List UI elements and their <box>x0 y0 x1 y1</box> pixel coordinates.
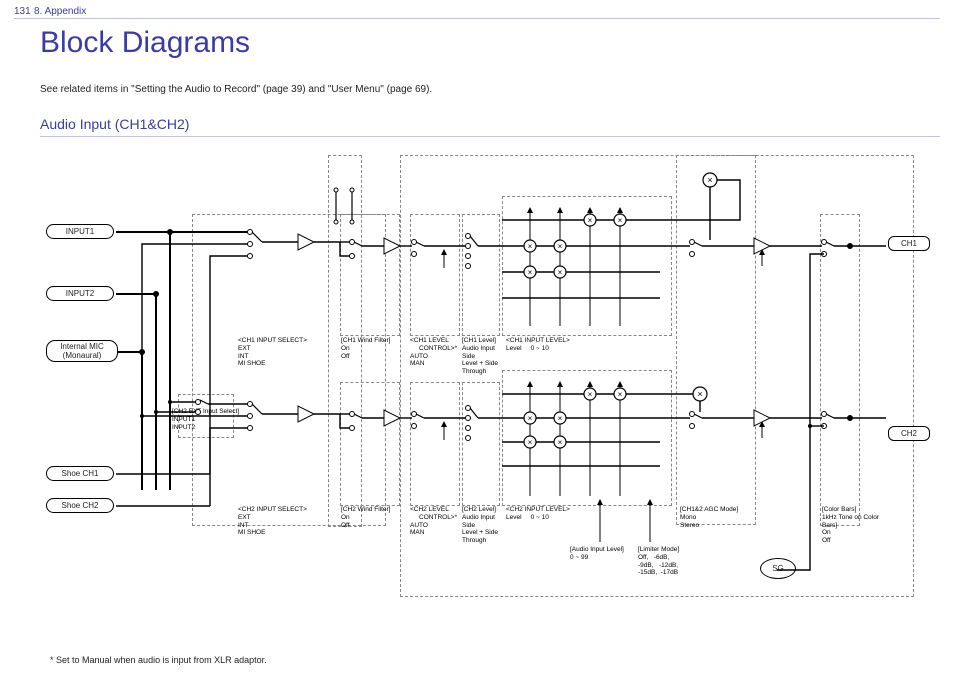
svg-text:×: × <box>528 438 533 447</box>
svg-text:×: × <box>588 216 593 225</box>
svg-text:×: × <box>707 175 712 185</box>
svg-text:×: × <box>528 414 533 423</box>
page-title: Block Diagrams <box>40 26 250 60</box>
block-diagram: INPUT1 INPUT2 Internal MIC (Monaural) Sh… <box>40 150 930 630</box>
ch1-mul-matrix: × × × × × × <box>502 208 660 326</box>
see-related-text: See related items in "Setting the Audio … <box>40 84 432 95</box>
section-subtitle: Audio Input (CH1&CH2) <box>40 116 189 132</box>
svg-text:×: × <box>558 438 563 447</box>
page-number: 131 <box>14 6 31 17</box>
svg-text:×: × <box>618 216 623 225</box>
svg-text:×: × <box>558 268 563 277</box>
svg-text:×: × <box>558 242 563 251</box>
svg-text:×: × <box>588 390 593 399</box>
appendix-label: 8. Appendix <box>34 6 86 17</box>
svg-text:×: × <box>618 390 623 399</box>
svg-text:×: × <box>558 414 563 423</box>
svg-text:×: × <box>697 389 702 399</box>
wires-svg: × × × × × × × × × × × × × × <box>40 150 930 630</box>
footnote: * Set to Manual when audio is input from… <box>50 655 267 665</box>
ch2-mul-matrix: × × × × × × × <box>502 382 707 496</box>
svg-text:×: × <box>528 242 533 251</box>
svg-text:×: × <box>528 268 533 277</box>
